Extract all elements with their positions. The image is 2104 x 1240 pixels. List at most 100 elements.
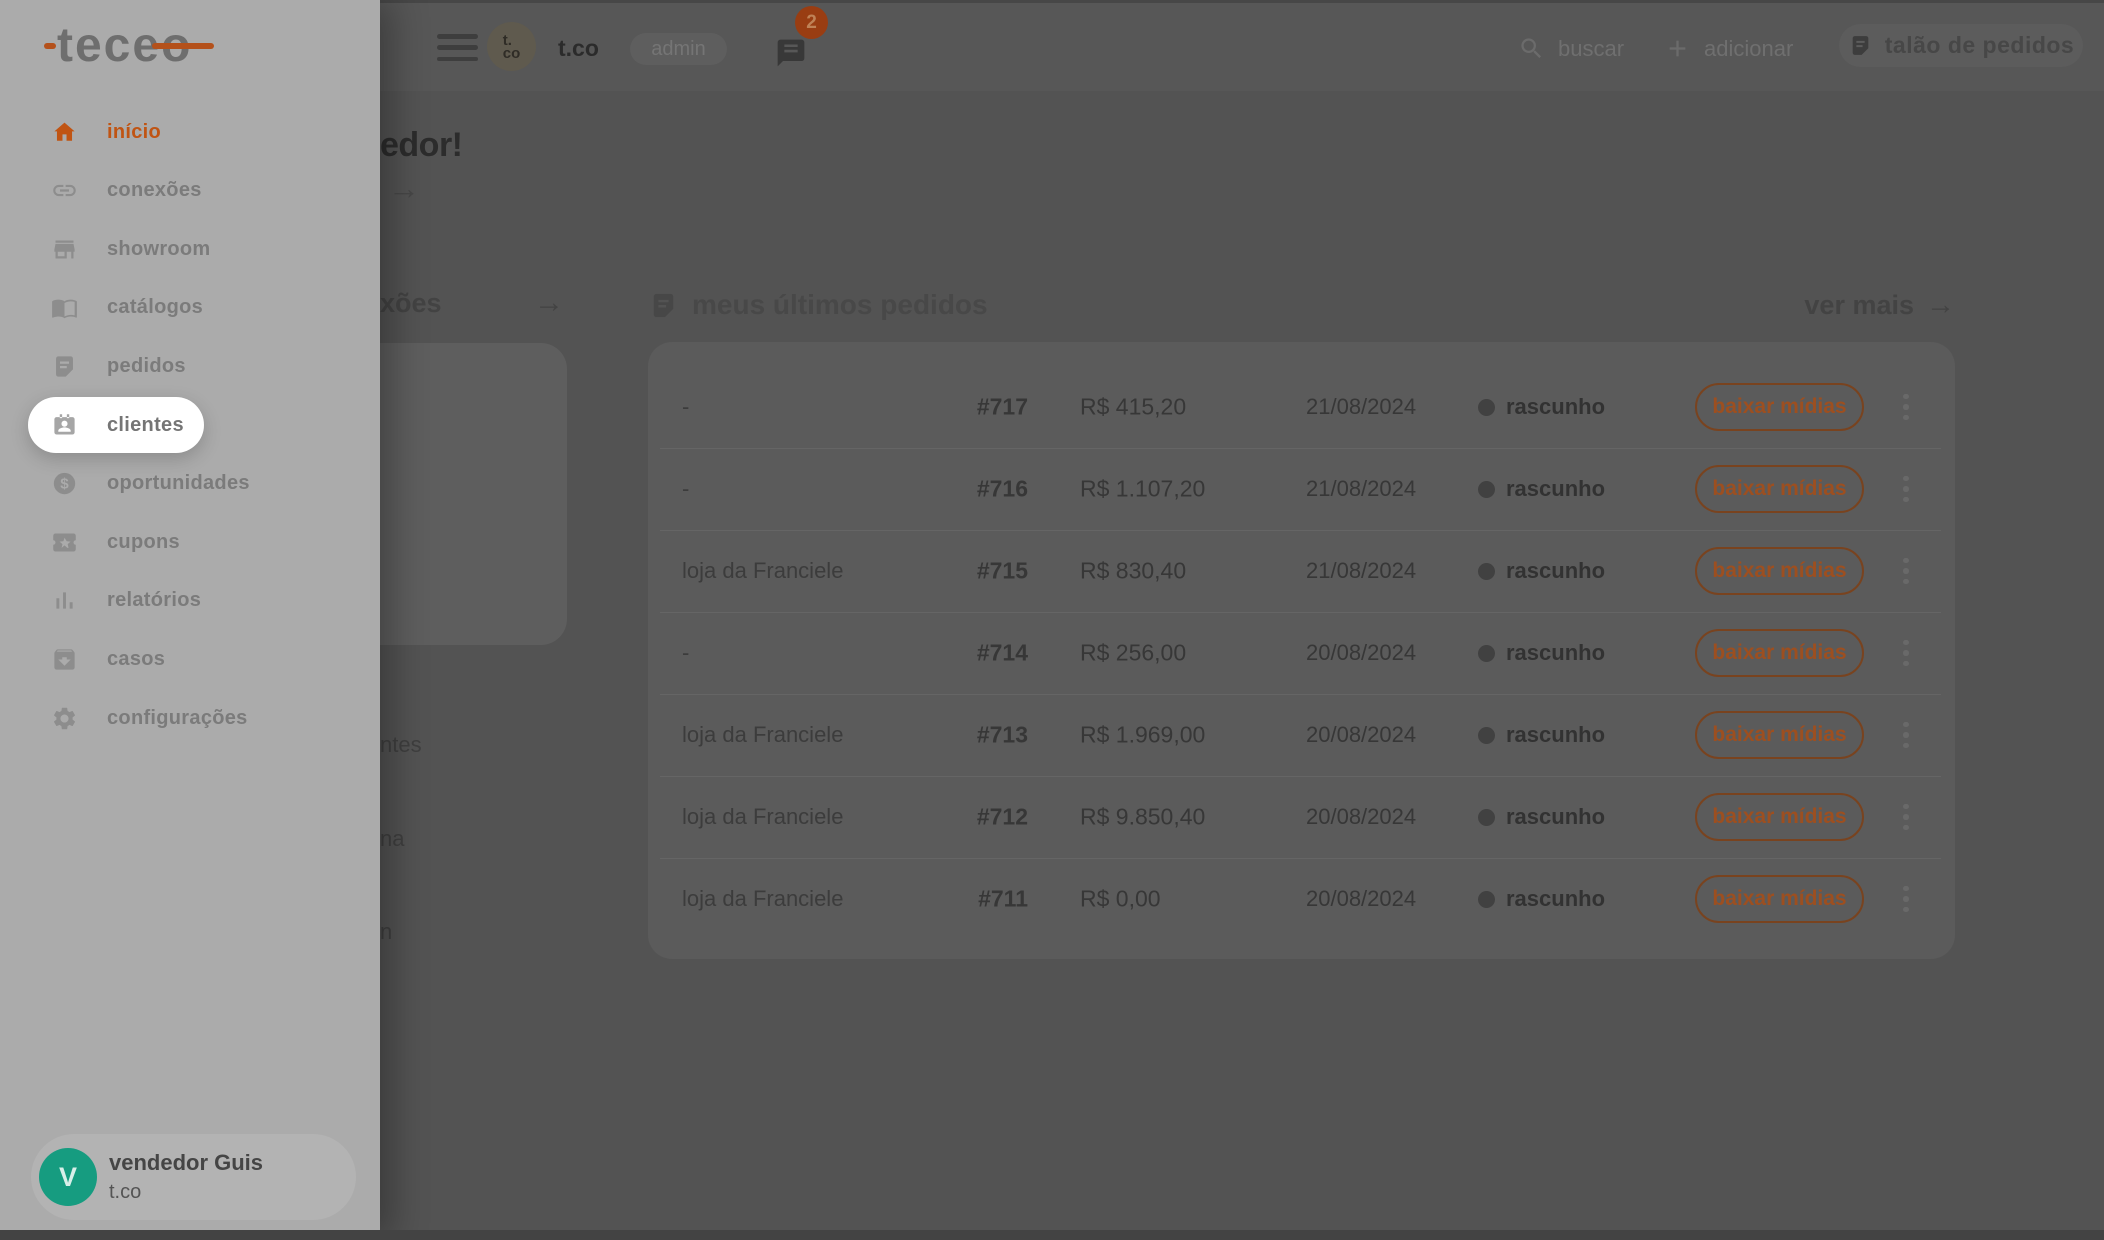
- order-total: R$ 830,40: [1080, 558, 1186, 585]
- download-media-button[interactable]: baixar mídias: [1695, 629, 1864, 677]
- order-doc-icon: [51, 353, 78, 380]
- row-menu-kebab-icon[interactable]: [1888, 547, 1924, 595]
- workspace-avatar[interactable]: t. co: [487, 22, 536, 71]
- order-number: #711: [928, 886, 1028, 913]
- user-card[interactable]: V vendedor Guis t.co: [31, 1134, 356, 1220]
- order-client: loja da Franciele: [682, 722, 843, 748]
- orders-section-title: meus últimos pedidos: [692, 289, 988, 321]
- status-dot-icon: [1478, 891, 1495, 908]
- order-client: -: [682, 640, 689, 666]
- logo-dash-icon: [44, 43, 56, 49]
- add-label: adicionar: [1704, 36, 1793, 62]
- download-media-button[interactable]: baixar mídias: [1695, 875, 1864, 923]
- order-date: 20/08/2024: [1306, 722, 1416, 748]
- order-number: #715: [928, 558, 1028, 585]
- sidebar-item-cupons[interactable]: cupons: [0, 513, 380, 572]
- search-button[interactable]: buscar: [1518, 3, 1624, 94]
- bar-chart-icon: [51, 587, 78, 614]
- order-status: rascunho: [1478, 886, 1605, 912]
- row-menu-kebab-icon[interactable]: [1888, 629, 1924, 677]
- orders-icon: [648, 290, 679, 321]
- plus-icon: [1664, 35, 1691, 62]
- window-bottom-edge: [0, 1230, 2104, 1240]
- storefront-icon: [51, 236, 78, 263]
- menu-hamburger-icon[interactable]: [437, 34, 478, 61]
- order-row: - #717 R$ 415,20 21/08/2024 rascunho bai…: [648, 366, 1955, 448]
- status-dot-icon: [1478, 481, 1495, 498]
- order-number: #713: [928, 722, 1028, 749]
- sidebar-item-catalogos[interactable]: catálogos: [0, 278, 380, 337]
- greeting-arrow-icon[interactable]: →: [388, 170, 420, 207]
- sidebar-item-inicio[interactable]: início: [0, 103, 380, 162]
- order-number: #716: [928, 476, 1028, 503]
- order-total: R$ 415,20: [1080, 394, 1186, 421]
- see-more-link[interactable]: ver mais →: [1804, 289, 1955, 322]
- order-status: rascunho: [1478, 722, 1605, 748]
- connections-header-fragment: xões: [380, 288, 442, 319]
- sidebar-item-configuracoes[interactable]: configurações: [0, 689, 380, 748]
- add-button[interactable]: adicionar: [1664, 3, 1793, 94]
- status-dot-icon: [1478, 563, 1495, 580]
- app-root: t. co t.co admin 2 buscar adicionar talã…: [0, 0, 2104, 1240]
- archive-icon: [51, 646, 78, 673]
- role-badge: admin: [630, 33, 727, 65]
- link-icon: [51, 177, 78, 204]
- greeting-text-fragment: edor!: [380, 126, 463, 165]
- sidebar-item-pedidos[interactable]: pedidos: [0, 337, 380, 396]
- order-status: rascunho: [1478, 804, 1605, 830]
- download-media-button[interactable]: baixar mídias: [1695, 793, 1864, 841]
- sidebar-item-conexoes[interactable]: conexões: [0, 161, 380, 220]
- order-number: #714: [928, 640, 1028, 667]
- row-menu-kebab-icon[interactable]: [1888, 793, 1924, 841]
- order-total: R$ 256,00: [1080, 640, 1186, 667]
- sidebar-item-oportunidades[interactable]: $ oportunidades: [0, 454, 380, 513]
- order-status: rascunho: [1478, 476, 1605, 502]
- connections-arrow-icon[interactable]: →: [534, 286, 564, 320]
- connection-name-fragment: n: [380, 919, 392, 945]
- contact-card-icon: [51, 412, 78, 439]
- order-row: - #716 R$ 1.107,20 21/08/2024 rascunho b…: [648, 448, 1955, 530]
- order-date: 20/08/2024: [1306, 640, 1416, 666]
- order-date: 21/08/2024: [1306, 394, 1416, 420]
- search-label: buscar: [1558, 36, 1624, 62]
- download-media-button[interactable]: baixar mídias: [1695, 547, 1864, 595]
- order-date: 20/08/2024: [1306, 886, 1416, 912]
- sidebar-item-casos[interactable]: casos: [0, 630, 380, 689]
- ticket-star-icon: [51, 529, 78, 556]
- order-number: #717: [928, 394, 1028, 421]
- teceo-logo: teceo: [44, 22, 192, 74]
- chat-icon[interactable]: [775, 37, 807, 69]
- row-menu-kebab-icon[interactable]: [1888, 875, 1924, 923]
- order-pad-button[interactable]: talão de pedidos: [1839, 24, 2083, 67]
- gear-icon: [51, 705, 78, 732]
- order-date: 20/08/2024: [1306, 804, 1416, 830]
- order-pad-icon: [1848, 33, 1873, 58]
- status-dot-icon: [1478, 399, 1495, 416]
- order-total: R$ 1.969,00: [1080, 722, 1205, 749]
- order-total: R$ 1.107,20: [1080, 476, 1205, 503]
- sidebar-item-relatorios[interactable]: relatórios: [0, 571, 380, 630]
- user-org: t.co: [109, 1181, 141, 1204]
- sidebar-item-clientes[interactable]: clientes: [28, 397, 204, 453]
- sidebar-item-showroom[interactable]: showroom: [0, 220, 380, 279]
- see-more-arrow-icon: →: [1926, 289, 1955, 322]
- orders-card: - #717 R$ 415,20 21/08/2024 rascunho bai…: [648, 342, 1955, 959]
- order-status: rascunho: [1478, 640, 1605, 666]
- order-client: loja da Franciele: [682, 804, 843, 830]
- order-row: loja da Franciele #712 R$ 9.850,40 20/08…: [648, 776, 1955, 858]
- user-name: vendedor Guis: [109, 1150, 263, 1176]
- download-media-button[interactable]: baixar mídias: [1695, 465, 1864, 513]
- download-media-button[interactable]: baixar mídias: [1695, 711, 1864, 759]
- workspace-name: t.co: [558, 35, 599, 62]
- row-menu-kebab-icon[interactable]: [1888, 465, 1924, 513]
- order-row: loja da Franciele #711 R$ 0,00 20/08/202…: [648, 858, 1955, 940]
- logo-strike-icon: [152, 43, 214, 49]
- order-total: R$ 0,00: [1080, 886, 1161, 913]
- orders-section-header: meus últimos pedidos ver mais →: [648, 283, 1955, 327]
- status-dot-icon: [1478, 809, 1495, 826]
- row-menu-kebab-icon[interactable]: [1888, 383, 1924, 431]
- row-menu-kebab-icon[interactable]: [1888, 711, 1924, 759]
- workspace-avatar-monogram: t. co: [503, 34, 521, 60]
- download-media-button[interactable]: baixar mídias: [1695, 383, 1864, 431]
- notification-badge[interactable]: 2: [795, 6, 828, 39]
